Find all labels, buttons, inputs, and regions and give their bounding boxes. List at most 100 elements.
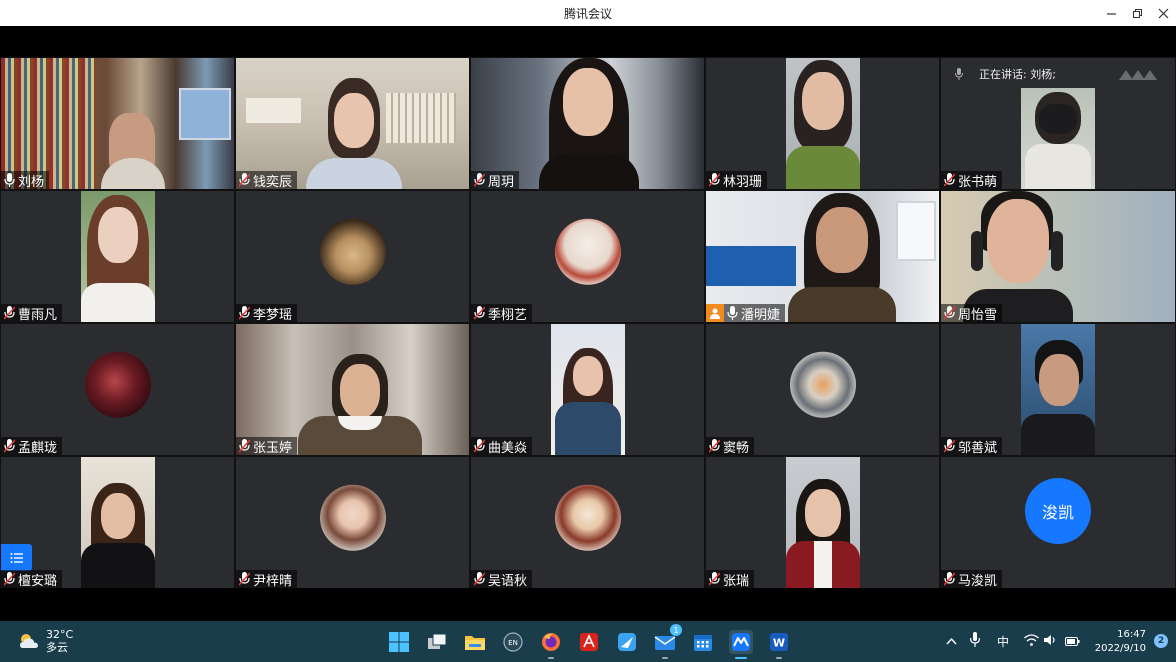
ime-indicator[interactable]: 中 [997,633,1009,650]
mic-muted-icon [709,173,720,187]
tencent-meeting-icon[interactable] [729,630,753,659]
participant-nametag: 季栩艺 [471,304,533,322]
mic-muted-icon [474,572,485,586]
participant-name: 钱奕辰 [253,174,293,190]
participant-name: 檀安璐 [18,573,58,589]
participant-nametag: 吴语秋 [471,570,533,589]
mic-muted-icon [474,173,485,187]
participant-name: 张玉婷 [253,440,293,456]
participant-name: 周玥 [488,174,515,190]
mic-muted-icon [474,306,485,320]
language-en-icon[interactable]: EN [501,630,525,654]
mic-muted-icon [944,306,955,320]
participant-tile[interactable]: 正在讲话: 刘杨; 张书萌 [941,58,1175,189]
svg-text:EN: EN [508,639,518,647]
mic-muted-icon [944,173,955,187]
participant-tile[interactable]: 林羽珊 [706,58,939,189]
participant-tile[interactable]: 吴语秋 [471,457,704,588]
mail-icon[interactable]: 1 [653,624,682,659]
volume-icon[interactable] [1044,634,1058,649]
participant-tile[interactable]: 檀安璐 [1,457,234,588]
weather-desc: 多云 [46,641,68,654]
word-icon[interactable]: W [767,630,791,659]
clock-date: 2022/9/10 [1094,643,1146,654]
participant-name: 李梦瑶 [253,307,293,323]
participant-tile[interactable]: 周玥 [471,58,704,189]
restore-icon[interactable] [1124,0,1150,26]
microphone-tray-icon[interactable] [969,632,981,650]
mic-muted-icon [239,439,250,453]
participant-nametag: 曲美焱 [471,437,533,455]
participant-nametag: 孟麒珑 [1,437,63,455]
participant-tile[interactable]: 邬善斌 [941,324,1175,455]
participant-nametag: 尹梓晴 [236,570,298,588]
participant-name: 吴语秋 [488,573,528,589]
firefox-icon[interactable] [539,630,563,659]
participant-nametag: 马浚凯 [941,570,1003,588]
mic-muted-icon [4,439,15,453]
notification-badge[interactable]: 2 [1154,634,1168,648]
participant-video [551,324,625,455]
participant-video [1021,324,1095,455]
participant-name: 张书萌 [958,174,998,190]
participant-nametag: 周怡雪 [941,304,1003,322]
close-icon[interactable] [1150,0,1176,26]
network-quality-icon [1119,70,1157,80]
participant-nametag: 钱奕辰 [236,171,298,190]
participant-tile[interactable]: 张瑞 [706,457,939,588]
participant-nametag: 林羽珊 [706,171,768,189]
weather-temp: 32°C [46,628,74,641]
participant-name: 刘杨 [18,174,45,190]
chevron-up-icon[interactable] [946,634,957,648]
participant-video [1,58,234,189]
participant-tile[interactable]: 刘杨 [1,58,234,189]
participant-video [236,58,469,189]
participant-tile[interactable]: 钱奕辰 [236,58,469,189]
file-explorer-icon[interactable] [463,630,487,654]
participant-tile[interactable]: 浚凯 马浚凯 [941,457,1175,588]
host-icon [706,304,724,322]
participant-video [81,457,155,588]
pdf-reader-icon[interactable] [577,630,601,654]
minimize-icon[interactable] [1098,0,1124,26]
participant-name: 曹雨凡 [18,307,58,323]
cloudy-weather-icon [20,634,38,648]
clock-time: 16:47 [1117,629,1146,640]
task-view-icon[interactable] [425,630,449,654]
participant-tile[interactable]: 曹雨凡 [1,191,234,322]
participant-tile[interactable]: 窦畅 [706,324,939,455]
participant-tile[interactable]: 孟麒珑 [1,324,234,455]
svg-text:W: W [773,637,785,650]
participant-name: 潘明婕 [741,307,781,323]
participant-avatar [319,218,386,285]
participant-name: 窦畅 [723,440,750,456]
participant-tile[interactable]: 周怡雪 [941,191,1175,322]
windows-start-icon[interactable] [387,630,411,654]
participant-nametag: 李梦瑶 [236,304,298,323]
wifi-icon[interactable] [1024,634,1039,649]
participant-video [786,457,860,588]
participant-tile[interactable]: 曲美焱 [471,324,704,455]
list-icon [10,552,23,563]
weather-widget[interactable]: 32°C 多云 [18,628,73,654]
participant-tile[interactable]: 潘明婕 [706,191,939,322]
mic-on-icon [727,306,738,320]
participant-nametag: 张书萌 [941,171,1003,190]
calendar-icon[interactable] [691,630,715,654]
speaker-mic-icon [955,68,963,80]
participant-avatar [554,484,621,551]
mic-muted-icon [709,572,720,586]
participant-avatar: 浚凯 [1025,478,1091,544]
participant-tile[interactable]: 张玉婷 [236,324,469,455]
system-clock[interactable]: 16:47 2022/9/10 [1095,628,1146,656]
window-title: 腾讯会议 [563,7,612,21]
participant-tile[interactable]: 尹梓晴 [236,457,469,588]
battery-icon[interactable] [1065,635,1080,649]
mic-muted-icon [4,306,15,320]
participant-video [786,58,860,189]
participant-avatar [789,351,856,418]
participant-tile[interactable]: 李梦瑶 [236,191,469,322]
participant-tile[interactable]: 季栩艺 [471,191,704,322]
participant-list-button[interactable] [1,544,32,571]
feishu-icon[interactable] [615,630,639,654]
